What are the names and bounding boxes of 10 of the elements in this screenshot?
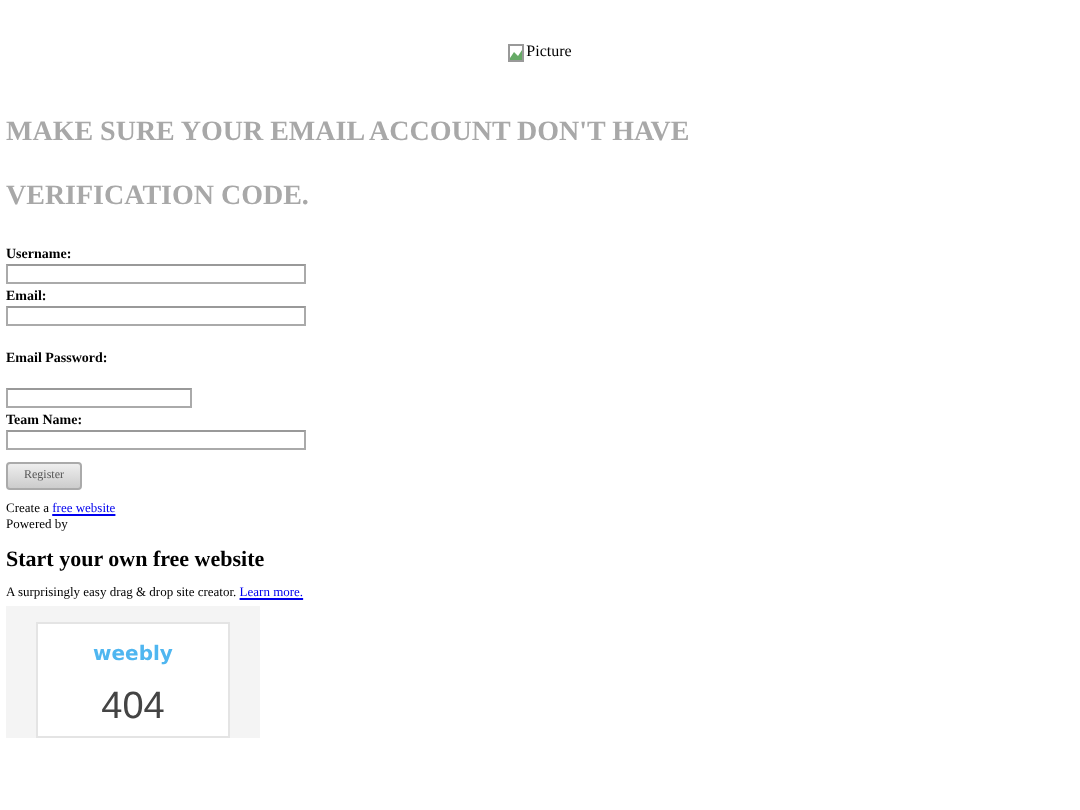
- input-field[interactable]: [6, 388, 192, 408]
- headline: VERIFICATION CODE.: [6, 180, 311, 216]
- promo-title: Start your own free website: [6, 546, 267, 574]
- input-field[interactable]: [6, 430, 306, 450]
- error-code: 404: [101, 688, 165, 728]
- broken-image: Picture: [508, 40, 572, 64]
- weebly-logo: weebly: [93, 644, 173, 668]
- input-field[interactable]: [6, 306, 306, 326]
- headline: MAKE SURE YOUR EMAIL ACCOUNT DON'T HAVE: [6, 116, 692, 152]
- input-field[interactable]: [6, 264, 306, 284]
